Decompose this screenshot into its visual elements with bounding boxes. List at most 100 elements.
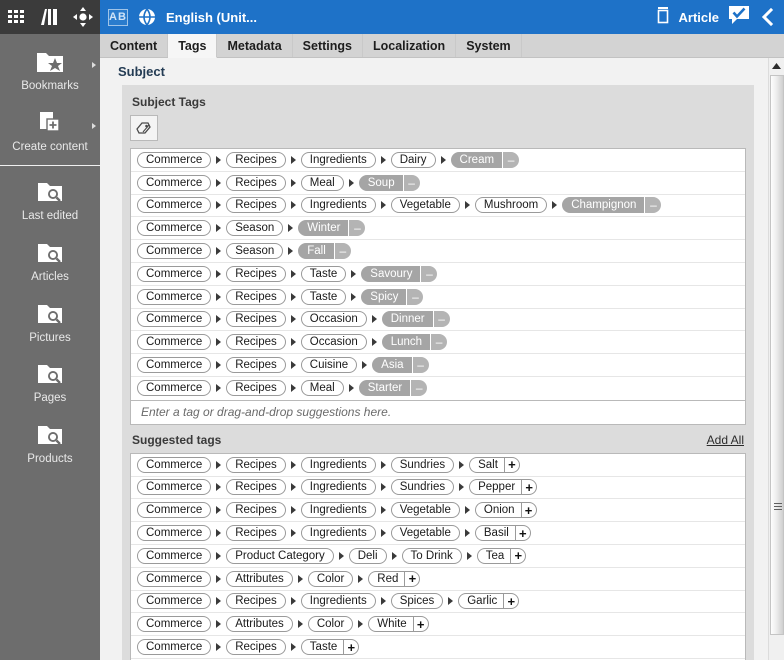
tag-row[interactable]: Commerce Recipes Ingredients Vegetable Mushr… (131, 195, 745, 218)
tag-pill[interactable]: Attributes (226, 616, 293, 633)
add-tag-button[interactable]: + (404, 570, 421, 587)
tag-pill[interactable]: Recipes (226, 502, 286, 519)
remove-tag-button[interactable]: – (410, 380, 428, 397)
tag-pill[interactable]: Occasion (300, 334, 367, 351)
tag-leaf-pill[interactable]: Dinner (381, 311, 433, 328)
remove-tag-button[interactable]: – (430, 334, 448, 351)
tab-tags[interactable]: Tags (168, 34, 218, 58)
sidebar-item-last-edited[interactable]: Last edited (0, 170, 100, 231)
tag-row[interactable]: Commerce Season Fall – (131, 240, 745, 263)
tag-row[interactable]: Commerce Recipes Meal Starter – (131, 377, 745, 400)
tag-leaf-pill[interactable]: Savoury (361, 265, 421, 282)
tag-pill[interactable]: Commerce (137, 243, 212, 260)
tag-pill[interactable]: Ingredients (300, 502, 376, 519)
tag-leaf-pill[interactable]: Cream (450, 151, 503, 168)
scrollbar-track[interactable] (770, 75, 784, 660)
sidebar-item-pages[interactable]: Pages (0, 352, 100, 413)
tag-pill[interactable]: Commerce (137, 197, 212, 214)
chevron-right-icon[interactable] (92, 62, 96, 68)
translate-ab-icon[interactable]: AB (108, 8, 128, 26)
tag-pill[interactable]: Sundries (390, 456, 455, 473)
tag-pill[interactable]: Commerce (137, 456, 212, 473)
tag-leaf-pill[interactable]: Tea (476, 547, 511, 564)
tag-pill[interactable]: Vegetable (390, 525, 460, 542)
tag-row[interactable]: Commerce Recipes Ingredients Sundries Pepper… (131, 477, 745, 500)
tab-system[interactable]: System (456, 34, 522, 57)
add-tag-button[interactable]: + (503, 593, 520, 610)
tag-pill[interactable]: Recipes (226, 197, 286, 214)
tag-pill[interactable]: Recipes (226, 288, 286, 305)
tag-pill[interactable]: Meal (300, 380, 344, 397)
tag-pill[interactable]: Recipes (226, 456, 286, 473)
vertical-scrollbar[interactable] (768, 58, 784, 660)
remove-tag-button[interactable]: – (402, 174, 420, 191)
caret-up-icon[interactable] (769, 58, 784, 74)
tag-leaf-pill[interactable]: Salt (469, 456, 504, 473)
approved-check-bubble-icon[interactable] (728, 5, 750, 30)
tag-pill[interactable]: Ingredients (300, 456, 376, 473)
tag-row[interactable]: Commerce Recipes Meal Soup – (131, 172, 745, 195)
tab-localization[interactable]: Localization (363, 34, 457, 57)
add-tag-button[interactable]: + (510, 547, 527, 564)
tag-pill[interactable]: Recipes (226, 380, 286, 397)
tag-leaf-pill[interactable]: Lunch (381, 334, 431, 351)
globe-icon[interactable] (138, 8, 156, 27)
tag-row[interactable]: Commerce Recipes Taste Savoury – (131, 263, 745, 286)
tag-pill[interactable]: Ingredients (300, 593, 376, 610)
remove-tag-button[interactable]: – (420, 265, 438, 282)
chevron-left-icon[interactable] (759, 7, 775, 27)
tag-pill[interactable]: Commerce (137, 288, 212, 305)
tag-leaf-pill[interactable]: Soup (358, 174, 403, 191)
tag-pill[interactable]: Ingredients (300, 479, 376, 496)
tag-row[interactable]: Commerce Recipes Ingredients Sundries Salt + (131, 454, 745, 477)
language-selector-label[interactable]: English (Unit... (166, 10, 257, 25)
tag-row[interactable]: Commerce Recipes Ingredients Vegetable Onion… (131, 499, 745, 523)
remove-tag-button[interactable]: – (406, 288, 424, 305)
add-tag-button[interactable]: + (514, 525, 531, 542)
tag-pill[interactable]: Color (307, 570, 354, 587)
add-all-link[interactable]: Add All (707, 433, 744, 447)
tag-pill[interactable]: Commerce (137, 525, 212, 542)
tag-row[interactable]: Commerce Recipes Taste + (131, 636, 745, 659)
remove-tag-button[interactable]: – (644, 197, 662, 214)
tag-leaf-pill[interactable]: Spicy (361, 288, 407, 305)
tag-row[interactable]: Commerce Attributes Color White + (131, 613, 745, 637)
tag-pill[interactable]: Recipes (226, 265, 286, 282)
tag-pill[interactable]: Cuisine (300, 357, 358, 374)
tag-row[interactable]: Commerce Recipes Ingredients Vegetable Basil… (131, 522, 745, 545)
remove-tag-button[interactable]: – (348, 220, 366, 237)
tag-pill[interactable]: Occasion (300, 311, 367, 328)
tag-leaf-pill[interactable]: Champignon (562, 197, 645, 214)
sidebar-item-pictures[interactable]: Pictures (0, 292, 100, 353)
tag-pill[interactable]: Attributes (226, 570, 293, 587)
tag-pill[interactable]: Recipes (226, 357, 286, 374)
tag-pill[interactable]: Commerce (137, 174, 212, 191)
tag-row[interactable]: Commerce Recipes Occasion Dinner – (131, 309, 745, 332)
remove-tag-button[interactable]: – (411, 357, 429, 374)
tag-pill[interactable]: Color (307, 616, 354, 633)
remove-tag-button[interactable]: – (502, 151, 520, 168)
tag-row[interactable]: Commerce Recipes Ingredients Dairy Cream – (131, 149, 745, 172)
tab-content[interactable]: Content (100, 34, 169, 57)
remove-tag-button[interactable]: – (333, 243, 351, 260)
tag-pill[interactable]: Commerce (137, 616, 212, 633)
add-tag-button[interactable]: + (520, 502, 537, 519)
tag-label-icon[interactable] (130, 115, 158, 141)
tag-row[interactable]: Commerce Product Category Deli To Drink Tea + (131, 545, 745, 568)
tag-pill[interactable]: Commerce (137, 502, 212, 519)
tag-row[interactable]: Commerce Recipes Occasion Lunch – (131, 331, 745, 355)
tag-row[interactable]: Commerce Season Winter – (131, 217, 745, 241)
tag-leaf-pill[interactable]: Starter (358, 380, 411, 397)
tag-pill[interactable]: Commerce (137, 151, 212, 168)
tag-pill[interactable]: Commerce (137, 265, 212, 282)
tag-row[interactable]: Commerce Recipes Taste Spicy – (131, 286, 745, 309)
tag-leaf-pill[interactable]: Winter (298, 220, 349, 237)
tag-pill[interactable]: Commerce (137, 570, 212, 587)
tag-pill[interactable]: Ingredients (300, 525, 376, 542)
tag-pill[interactable]: To Drink (401, 547, 462, 564)
apps-grid-icon[interactable] (6, 6, 28, 28)
tag-leaf-pill[interactable]: Red (368, 570, 405, 587)
tag-pill[interactable]: Meal (300, 174, 344, 191)
tag-pill[interactable]: Sundries (390, 479, 455, 496)
sidebar-item-articles[interactable]: Articles (0, 231, 100, 292)
